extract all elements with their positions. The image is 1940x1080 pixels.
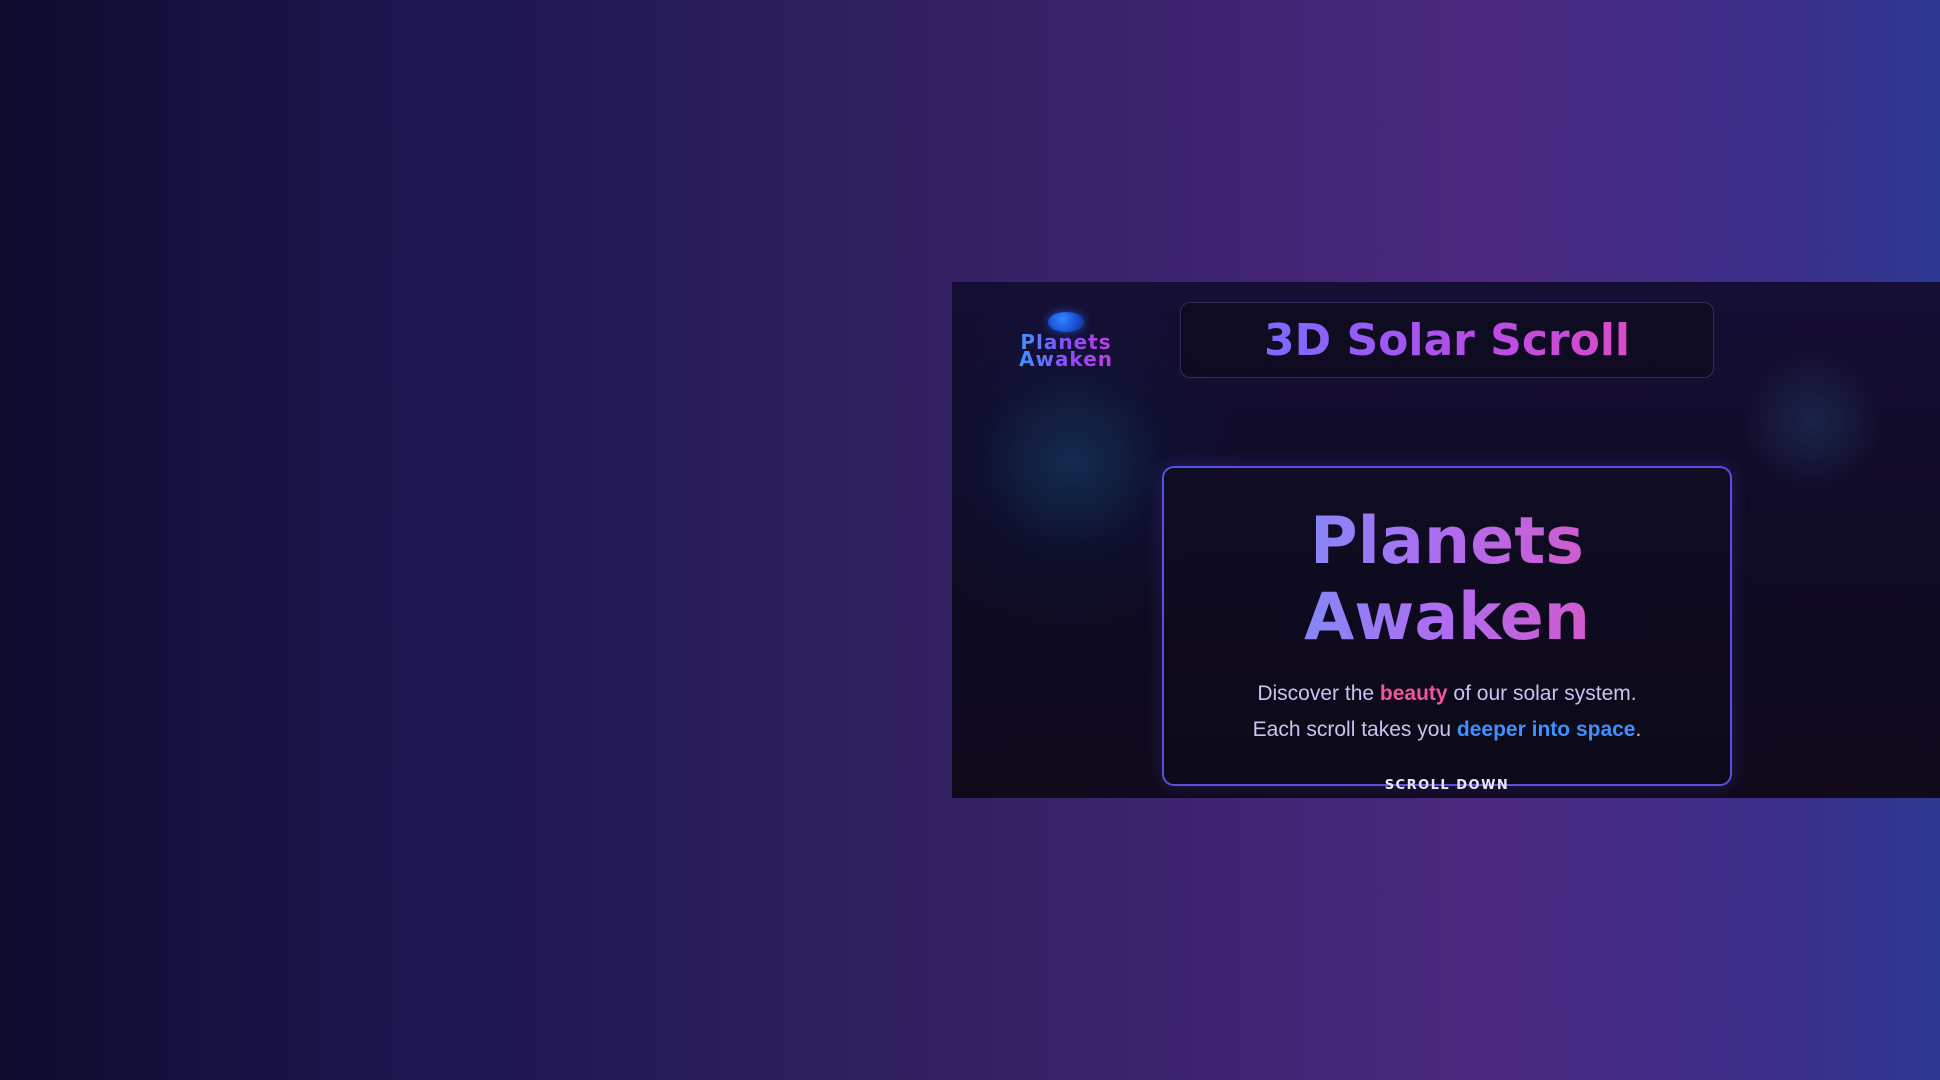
logo-text-line2: Awaken bbox=[1006, 349, 1126, 369]
scroll-down-label: SCROLL DOWN bbox=[1384, 778, 1510, 793]
description-line-2-before: Each scroll takes you bbox=[1252, 718, 1457, 741]
highlight-deeper-into-space: deeper into space bbox=[1456, 718, 1636, 741]
app-window: Planets Awaken 3D Solar Scroll Planets A… bbox=[952, 282, 1940, 798]
hero-description: Discover the beauty of our solar system.… bbox=[1164, 676, 1730, 748]
description-line-2-after: . bbox=[1635, 718, 1642, 741]
description-line-1-after: of our solar system. bbox=[1447, 682, 1637, 705]
hero-heading: Planets Awaken bbox=[1164, 504, 1730, 656]
description-line-1-before: Discover the bbox=[1257, 682, 1380, 705]
description-line-1: Discover the beauty of our solar system. bbox=[1164, 676, 1730, 712]
logo[interactable]: Planets Awaken bbox=[1006, 312, 1126, 382]
description-line-2: Each scroll takes you deeper into space. bbox=[1164, 712, 1730, 748]
title-bar: 3D Solar Scroll bbox=[1180, 302, 1714, 378]
planet-logo-icon bbox=[1048, 312, 1084, 332]
hero-card: Planets Awaken Discover the beauty of ou… bbox=[1162, 466, 1732, 793]
app-title: 3D Solar Scroll bbox=[1263, 314, 1631, 366]
scroll-down-button[interactable]: SCROLL DOWN bbox=[1164, 778, 1730, 798]
highlight-beauty: beauty bbox=[1379, 682, 1448, 705]
